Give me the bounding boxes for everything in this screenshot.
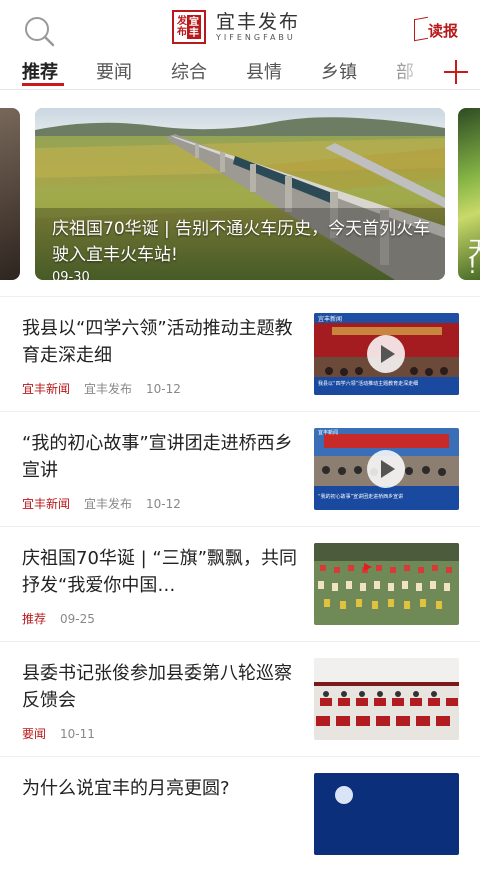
logo-title: 宜丰发布 bbox=[216, 11, 301, 33]
app-logo: 发布 宜丰 宜丰发布 YIFENGFABU bbox=[172, 10, 300, 44]
thumb-caption: “我的初心故事”宣讲团走进桥西乡宣讲 bbox=[318, 493, 403, 500]
tab-county[interactable]: 县情 bbox=[246, 58, 282, 84]
logo-seal: 发布 宜丰 bbox=[172, 10, 206, 44]
logo-seal-chars-right: 宜丰 bbox=[189, 17, 199, 39]
carousel-next-slide[interactable]: 天 ! bbox=[458, 108, 480, 280]
slide-caption: 庆祖国70华诞 | 告别不通火车历史，今天首列火车驶入宜丰火车站! bbox=[52, 219, 431, 265]
news-title: 为什么说宜丰的月亮更圆? bbox=[22, 778, 230, 799]
news-date: 10-12 bbox=[146, 382, 181, 396]
news-meta: 宜丰新闻 宜丰发布 10-12 bbox=[22, 495, 181, 512]
news-item[interactable]: 为什么说宜丰的月亮更圆? bbox=[0, 756, 480, 871]
carousel-prev-slide[interactable] bbox=[0, 108, 20, 280]
news-source: 要闻 bbox=[22, 727, 47, 741]
carousel-slide[interactable]: 庆祖国70华诞 | 告别不通火车历史，今天首列火车驶入宜丰火车站! 09-30 bbox=[35, 108, 445, 280]
news-thumbnail[interactable] bbox=[314, 543, 459, 625]
news-author: 宜丰发布 bbox=[84, 497, 133, 511]
active-tab-indicator bbox=[22, 83, 64, 86]
logo-subtitle: YIFENGFABU bbox=[216, 33, 296, 42]
news-title: “我的初心故事”宣讲团走进桥西乡宣讲 bbox=[22, 433, 293, 481]
news-author: 宜丰发布 bbox=[84, 382, 133, 396]
news-title: 县委书记张俊参加县委第八轮巡察反馈会 bbox=[22, 663, 292, 711]
logo-seal-chars-left: 发布 bbox=[177, 16, 187, 38]
tab-towns[interactable]: 乡镇 bbox=[321, 58, 357, 84]
read-newspaper-label: 读报 bbox=[428, 22, 459, 40]
next-slide-text: ! bbox=[468, 254, 477, 279]
news-thumbnail[interactable]: 宜丰新闻 “我的初心故事”宣讲团走进桥西乡宣讲 bbox=[314, 428, 459, 510]
news-item[interactable]: 我县以“四学六领”活动推动主题教育走深走细 宜丰新闻 宜丰发布 10-12 宜丰新闻… bbox=[0, 296, 480, 411]
news-meta: 推荐 09-25 bbox=[22, 610, 95, 627]
news-thumbnail[interactable] bbox=[314, 773, 459, 855]
news-thumbnail[interactable]: 宜丰新闻 我县以“四学六领”活动推动主题教育走深走细 bbox=[314, 313, 459, 395]
slide-date: 09-30 bbox=[52, 270, 90, 280]
news-source: 宜丰新闻 bbox=[22, 382, 71, 396]
thumb-banner: 宜丰新闻 bbox=[318, 429, 338, 436]
featured-carousel[interactable]: 庆祖国70华诞 | 告别不通火车历史，今天首列火车驶入宜丰火车站! 09-30 … bbox=[0, 92, 480, 292]
news-item[interactable]: 庆祖国70华诞 | “三旗”飘飘，共同抒发“我爱你中国… 推荐 09-25 bbox=[0, 526, 480, 641]
search-icon[interactable] bbox=[22, 14, 56, 48]
news-title: 庆祖国70华诞 | “三旗”飘飘，共同抒发“我爱你中国… bbox=[22, 548, 298, 596]
news-source: 推荐 bbox=[22, 612, 47, 626]
news-item[interactable]: “我的初心故事”宣讲团走进桥西乡宣讲 宜丰新闻 宜丰发布 10-12 宜丰新闻 “我… bbox=[0, 411, 480, 526]
news-date: 10-11 bbox=[60, 727, 95, 741]
news-title: 我县以“四学六领”活动推动主题教育走深走细 bbox=[22, 318, 293, 366]
thumb-caption: 我县以“四学六领”活动推动主题教育走深走细 bbox=[318, 380, 418, 387]
tab-recommend[interactable]: 推荐 bbox=[22, 58, 58, 84]
play-icon[interactable] bbox=[367, 450, 405, 488]
plus-icon[interactable] bbox=[442, 58, 470, 86]
tab-headlines[interactable]: 要闻 bbox=[96, 58, 132, 84]
news-date: 10-12 bbox=[146, 497, 181, 511]
tab-fade bbox=[380, 56, 430, 88]
news-thumbnail[interactable] bbox=[314, 658, 459, 740]
news-source: 宜丰新闻 bbox=[22, 497, 71, 511]
news-item[interactable]: 县委书记张俊参加县委第八轮巡察反馈会 要闻 10-11 bbox=[0, 641, 480, 756]
news-meta: 宜丰新闻 宜丰发布 10-12 bbox=[22, 380, 181, 397]
tab-general[interactable]: 综合 bbox=[171, 58, 207, 84]
news-meta: 要闻 10-11 bbox=[22, 725, 95, 742]
play-icon[interactable] bbox=[367, 335, 405, 373]
thumb-banner: 宜丰新闻 bbox=[318, 315, 342, 323]
top-bar: 发布 宜丰 宜丰发布 YIFENGFABU 读报 bbox=[0, 0, 480, 54]
newspaper-icon bbox=[414, 16, 428, 42]
news-date: 09-25 bbox=[60, 612, 95, 626]
read-newspaper-button[interactable]: 读报 bbox=[414, 16, 464, 44]
